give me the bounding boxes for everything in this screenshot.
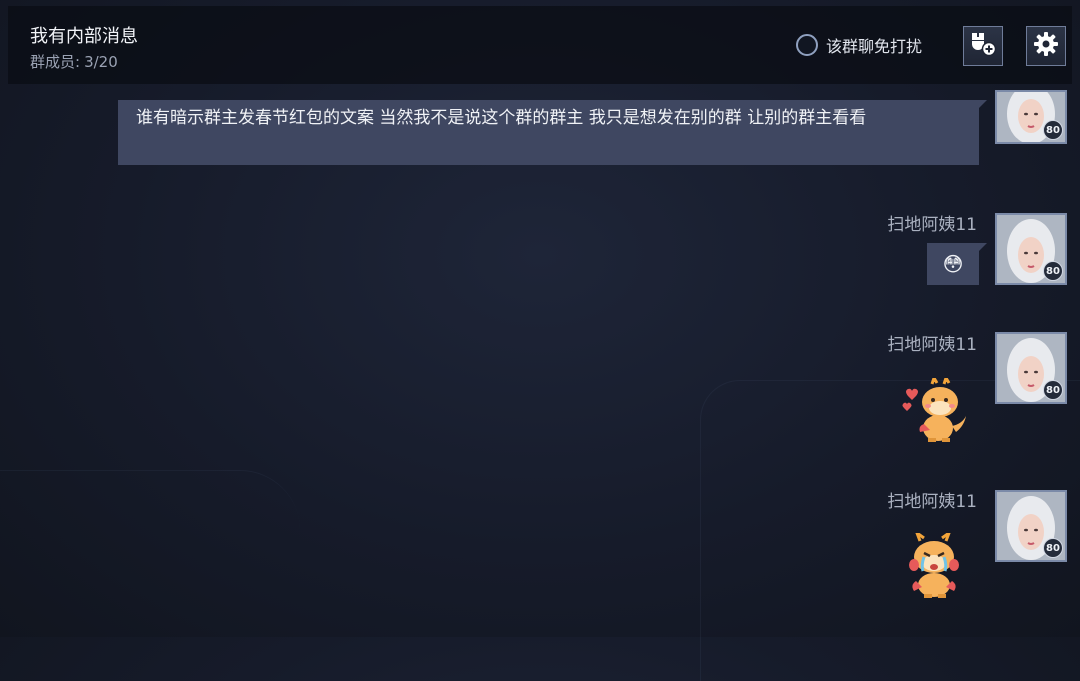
member-count-value: 3/20: [84, 53, 118, 71]
settings-gear-icon: [1033, 31, 1059, 61]
level-badge: 80: [1043, 120, 1063, 140]
dragon-love-sticker[interactable]: [898, 374, 970, 448]
sender-avatar[interactable]: 80: [995, 90, 1067, 144]
member-count: 群成员: 3/20: [30, 51, 118, 72]
sender-avatar[interactable]: 80: [995, 490, 1067, 562]
do-not-disturb-label: 该群聊免打扰: [826, 37, 923, 56]
background-decoration-2: [0, 470, 300, 671]
chat-header: 我有内部消息 群成员: 3/20 该群聊免打扰: [8, 6, 1072, 84]
sender-avatar[interactable]: 80: [995, 332, 1067, 404]
sender-name: 扫地阿姨11: [887, 492, 977, 512]
level-badge: 80: [1043, 538, 1063, 558]
level-badge: 80: [1043, 261, 1063, 281]
message-bubble[interactable]: 谁有暗示群主发春节红包的文案 当然我不是说这个群的群主 我只是想发在别的群 让别…: [118, 100, 979, 165]
add-member-icon: [969, 31, 997, 61]
sender-name: 扫地阿姨11: [887, 335, 977, 355]
emoji-message-bubble[interactable]: 😳: [927, 243, 979, 285]
sender-avatar[interactable]: 80: [995, 213, 1067, 285]
level-badge: 80: [1043, 380, 1063, 400]
member-count-label: 群成员:: [30, 53, 81, 71]
group-title: 我有内部消息: [30, 26, 138, 47]
do-not-disturb-radio[interactable]: [796, 34, 818, 56]
settings-button[interactable]: [1026, 26, 1066, 66]
sender-name: 扫地阿姨11: [887, 215, 977, 235]
bubble-tail: [979, 243, 987, 251]
do-not-disturb-toggle[interactable]: 该群聊免打扰: [796, 33, 922, 57]
dragon-cry-sticker[interactable]: [900, 528, 970, 603]
flushed-face-emoji: 😳: [942, 252, 964, 276]
add-member-button[interactable]: [963, 26, 1003, 66]
bubble-tail: [979, 100, 987, 108]
